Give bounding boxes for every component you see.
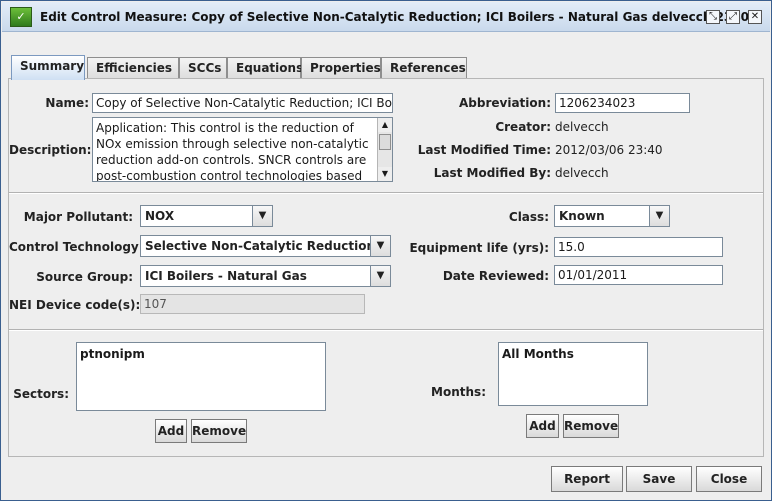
description-scrollbar[interactable]: ▲ ▼: [377, 118, 392, 181]
abbreviation-label: Abbreviation:: [459, 96, 551, 110]
last-modified-time-label: Last Modified Time:: [417, 143, 551, 157]
control-technology-label: Control Technology:: [9, 240, 144, 254]
control-technology-value: Selective Non-Catalytic Reduction: [145, 239, 376, 253]
tab-references[interactable]: References: [381, 57, 467, 79]
close-button[interactable]: Close: [696, 466, 762, 492]
equipment-life-field[interactable]: 15.0: [554, 237, 723, 257]
scroll-thumb[interactable]: [379, 134, 391, 150]
sectors-label: Sectors:: [13, 387, 69, 401]
class-value: Known: [559, 209, 605, 223]
source-group-label: Source Group:: [36, 270, 133, 284]
name-label: Name:: [45, 96, 89, 110]
class-select[interactable]: Known ▼: [554, 205, 670, 227]
control-technology-select[interactable]: Selective Non-Catalytic Reduction ▼: [140, 235, 391, 257]
sectors-remove-button[interactable]: Remove: [191, 419, 247, 443]
maximize-icon[interactable]: ⤢: [726, 10, 740, 24]
edit-control-measure-window: ✓ Edit Control Measure: Copy of Selectiv…: [0, 0, 772, 501]
months-list[interactable]: All Months: [498, 342, 648, 406]
sectors-add-button[interactable]: Add: [155, 419, 187, 443]
summary-panel: Name: Copy of Selective Non-Catalytic Re…: [8, 78, 764, 457]
months-label: Months:: [431, 385, 486, 399]
equipment-life-label: Equipment life (yrs):: [409, 241, 549, 255]
last-modified-by-value: delvecch: [555, 166, 609, 180]
close-icon[interactable]: ✕: [748, 10, 762, 24]
description-label: Description:: [9, 143, 92, 157]
save-button[interactable]: Save: [626, 466, 692, 492]
close-label: Close: [710, 472, 748, 486]
emf-app-icon: ✓: [10, 7, 32, 27]
list-item[interactable]: ptnonipm: [80, 346, 322, 362]
tab-summary[interactable]: Summary: [11, 55, 85, 80]
chevron-down-icon[interactable]: ▼: [370, 266, 390, 286]
description-text: Application: This control is the reducti…: [96, 121, 369, 182]
last-modified-time-value: 2012/03/06 23:40: [555, 143, 663, 157]
months-add-button[interactable]: Add: [526, 414, 559, 438]
restore-icon[interactable]: ⤡: [706, 10, 720, 24]
section-divider: [9, 192, 763, 194]
tab-efficiencies[interactable]: Efficiencies: [87, 57, 179, 79]
list-item[interactable]: All Months: [502, 346, 644, 362]
creator-label: Creator:: [495, 120, 551, 134]
report-button[interactable]: Report: [551, 466, 623, 492]
nei-device-field: 107: [140, 294, 365, 314]
source-group-value: ICI Boilers - Natural Gas: [145, 269, 307, 283]
last-modified-by-label: Last Modified By:: [433, 166, 551, 180]
chevron-down-icon[interactable]: ▼: [370, 236, 390, 256]
report-label: Report: [564, 472, 610, 486]
remove-label: Remove: [192, 424, 247, 438]
date-reviewed-label: Date Reviewed:: [442, 269, 549, 283]
tab-equations[interactable]: Equations: [227, 57, 303, 79]
add-label: Add: [529, 419, 556, 433]
scroll-up-icon[interactable]: ▲: [378, 118, 392, 132]
description-textarea[interactable]: Application: This control is the reducti…: [92, 117, 393, 182]
add-label: Add: [157, 424, 185, 438]
chevron-down-icon[interactable]: ▼: [252, 206, 272, 226]
major-pollutant-value: NOX: [145, 209, 175, 223]
source-group-select[interactable]: ICI Boilers - Natural Gas ▼: [140, 265, 391, 287]
major-pollutant-label: Major Pollutant:: [23, 210, 133, 224]
remove-label: Remove: [564, 419, 619, 433]
section-divider: [9, 329, 763, 331]
name-field[interactable]: Copy of Selective Non-Catalytic Reductio…: [92, 93, 393, 113]
tab-sccs[interactable]: SCCs: [179, 57, 227, 79]
chevron-down-icon[interactable]: ▼: [649, 206, 669, 226]
window-title: Edit Control Measure: Copy of Selective …: [40, 10, 749, 24]
save-label: Save: [642, 472, 676, 486]
scroll-down-icon[interactable]: ▼: [378, 167, 392, 181]
date-reviewed-field[interactable]: 01/01/2011: [554, 265, 723, 285]
title-bar[interactable]: ✓ Edit Control Measure: Copy of Selectiv…: [2, 2, 770, 32]
creator-value: delvecch: [555, 120, 609, 134]
tab-properties[interactable]: Properties: [301, 57, 381, 79]
nei-device-label: NEI Device code(s):: [9, 298, 141, 312]
major-pollutant-select[interactable]: NOX ▼: [140, 205, 273, 227]
sectors-list[interactable]: ptnonipm: [76, 342, 326, 411]
class-label: Class:: [508, 210, 549, 224]
months-remove-button[interactable]: Remove: [563, 414, 619, 438]
abbreviation-field[interactable]: 1206234023: [555, 93, 690, 113]
